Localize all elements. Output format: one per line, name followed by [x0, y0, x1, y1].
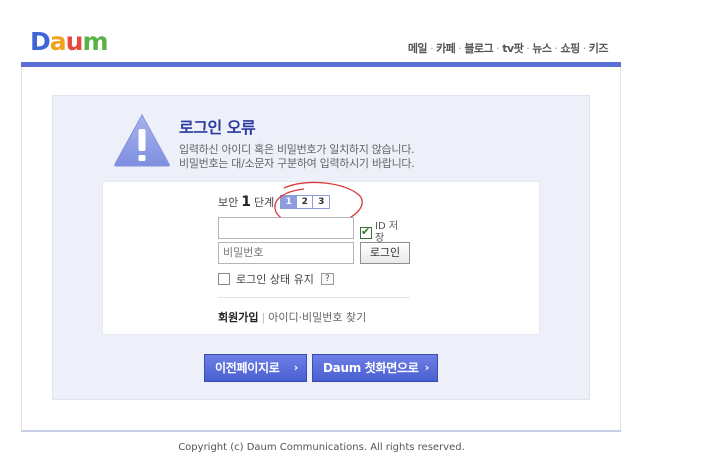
keep-logged-in-label[interactable]: 로그인 상태 유지	[236, 271, 314, 287]
logo-letter-a: a	[49, 27, 67, 56]
daum-home-label: Daum 첫화면으로	[323, 361, 419, 375]
keep-logged-in-checkbox[interactable]	[218, 273, 230, 285]
nav-separator: ·	[526, 42, 530, 55]
nav-item-blog[interactable]: 블로그	[464, 42, 493, 55]
nav-item-mail[interactable]: 메일	[408, 42, 428, 55]
login-button[interactable]: 로그인	[360, 242, 410, 264]
security-prefix: 보안	[218, 196, 239, 209]
error-title: 로그인 오류	[179, 118, 256, 137]
nav-separator: ·	[430, 42, 434, 55]
error-message-line2: 비밀번호는 대/소문자 구분하여 입력하시기 바랍니다.	[179, 157, 415, 170]
link-separator: |	[261, 311, 266, 324]
keep-logged-in-row: 로그인 상태 유지 ?	[218, 271, 334, 287]
security-level: 1	[241, 194, 251, 210]
find-id-password-link[interactable]: 아이디·비밀번호 찾기	[268, 311, 366, 324]
nav-item-kids[interactable]: 키즈	[589, 42, 609, 55]
logo-letter-m: m	[82, 27, 108, 56]
help-icon[interactable]: ?	[320, 273, 334, 285]
daum-home-button[interactable]: Daum 첫화면으로 ›	[312, 354, 438, 382]
join-link[interactable]: 회원가입	[218, 311, 258, 324]
password-input[interactable]: 비밀번호	[218, 242, 354, 264]
nav-item-cafe[interactable]: 카페	[436, 42, 456, 55]
nav-separator: ·	[458, 42, 462, 55]
nav-item-shopping[interactable]: 쇼핑	[561, 42, 581, 55]
id-input[interactable]	[218, 217, 354, 239]
footer-divider	[21, 430, 621, 432]
account-links: 회원가입 | 아이디·비밀번호 찾기	[218, 309, 366, 325]
prev-page-button[interactable]: 이전페이지로 ›	[204, 354, 307, 382]
page: D a u m 메일 · 카페 · 블로그 · tv팟 · 뉴스 · 쇼핑 · 키즈 로그인 오류 입력…	[0, 0, 707, 468]
logo-letter-d: D	[30, 27, 51, 56]
logo-letter-u: u	[65, 27, 84, 56]
copyright: Copyright (c) Daum Communications. All r…	[178, 442, 465, 453]
chevron-right-icon: ›	[293, 361, 299, 374]
nav-item-tvpot[interactable]: tv팟	[502, 42, 524, 55]
warning-triangle-icon	[114, 113, 170, 167]
nav-separator: ·	[554, 42, 559, 55]
daum-logo[interactable]: D a u m	[30, 27, 109, 56]
login-divider	[218, 297, 410, 298]
top-nav: 메일 · 카페 · 블로그 · tv팟 · 뉴스 · 쇼핑 · 키즈	[408, 40, 609, 56]
nav-separator: ·	[582, 42, 587, 55]
prev-page-label: 이전페이지로	[215, 361, 280, 375]
nav-item-news[interactable]: 뉴스	[532, 42, 552, 55]
nav-separator: ·	[496, 42, 500, 55]
chevron-right-icon: ›	[424, 361, 430, 374]
checkbox-checked[interactable]	[360, 225, 372, 239]
